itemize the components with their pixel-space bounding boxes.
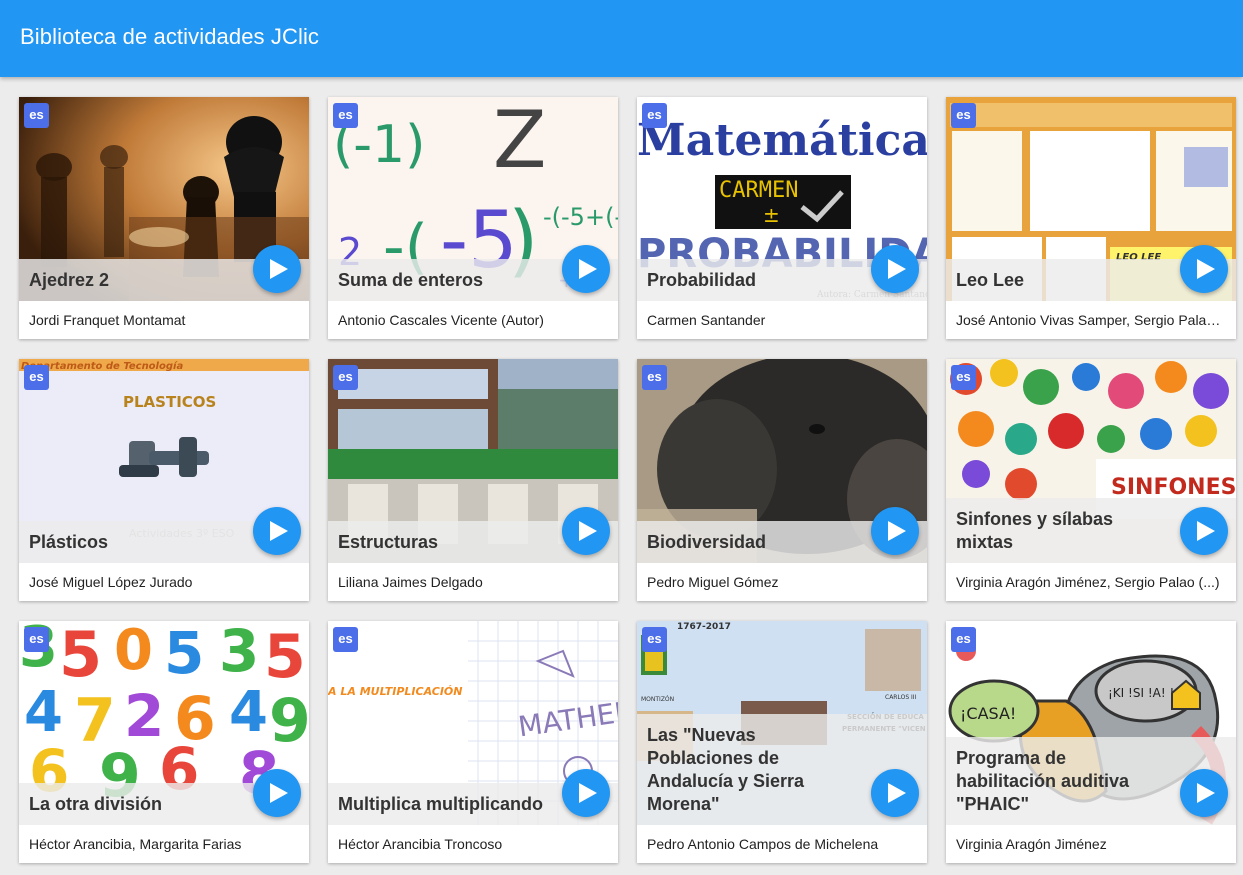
play-button[interactable] (1180, 507, 1228, 555)
language-badge: es (642, 103, 667, 128)
play-icon (269, 783, 288, 803)
svg-text:Z: Z (493, 97, 546, 186)
activity-card[interactable]: es Ajedrez 2 Jordi Franquet Montamat (19, 97, 309, 339)
activity-title: Estructuras (338, 532, 439, 552)
activity-title: Biodiversidad (647, 532, 767, 552)
svg-text:MONTIZÓN: MONTIZÓN (641, 696, 674, 703)
activity-card[interactable]: 1767-2017 MONTIZÓN CARLOS III SECCIÓN DE… (637, 621, 927, 863)
play-button[interactable] (253, 507, 301, 555)
svg-text:5: 5 (264, 622, 306, 692)
app-bar: Biblioteca de actividades JClic (0, 0, 1243, 77)
activity-title: Probabilidad (647, 270, 757, 290)
activity-title: Las "Nuevas Poblaciones de Andalucía y S… (647, 725, 805, 814)
activity-title: Programa de habilitación auditiva "PHAIC… (956, 748, 1130, 814)
play-button[interactable] (253, 245, 301, 293)
play-button[interactable] (562, 507, 610, 555)
play-icon (887, 259, 906, 279)
language-badge: es (24, 627, 49, 652)
svg-text:CARMEN: CARMEN (719, 178, 798, 203)
play-button[interactable] (562, 245, 610, 293)
activity-card[interactable]: (-1) Z 2 -( -5 ) -(-5+(-9 +(- es Suma de… (328, 97, 618, 339)
play-button[interactable] (1180, 769, 1228, 817)
language-badge: es (642, 365, 667, 390)
activity-author: Héctor Arancibia, Margarita Farias (29, 836, 242, 852)
activity-card[interactable]: Matemática CARMEN ± PROBABILIDAD Autora:… (637, 97, 927, 339)
language-badge: es (951, 103, 976, 128)
play-button[interactable] (562, 769, 610, 817)
svg-text:¡CASA!: ¡CASA! (960, 704, 1016, 723)
play-button[interactable] (871, 769, 919, 817)
svg-text:5: 5 (164, 621, 204, 687)
play-button[interactable] (253, 769, 301, 817)
activity-author: Virginia Aragón Jiménez, Sergio Palao (.… (956, 574, 1220, 590)
svg-text:±: ± (763, 203, 780, 227)
activity-title: Sinfones y sílabas mixtas (956, 509, 1114, 552)
activity-author: Pedro Antonio Campos de Michelena (647, 836, 879, 852)
activity-card[interactable]: es Estructuras Liliana Jaimes Delgado (328, 359, 618, 601)
play-icon (578, 783, 597, 803)
activity-author: Jordi Franquet Montamat (29, 312, 186, 328)
svg-text:Matemática: Matemática (637, 115, 927, 166)
language-badge: es (951, 627, 976, 652)
activity-author: Carmen Santander (647, 312, 766, 328)
activity-card[interactable]: es Biodiversidad Pedro Miguel Gómez (637, 359, 927, 601)
activity-card[interactable]: ¡CASA! ¡KI !SI !A! !A! es Programa de ha… (946, 621, 1236, 863)
activity-author: José Miguel López Jurado (29, 574, 193, 590)
activity-author: Liliana Jaimes Delgado (338, 574, 483, 590)
svg-text:0: 0 (114, 621, 153, 683)
play-icon (1196, 259, 1215, 279)
app-title: Biblioteca de actividades JClic (20, 23, 320, 49)
language-badge: es (333, 627, 358, 652)
svg-text:SINFONES: SINFONES (1111, 475, 1236, 500)
activity-title: Suma de enteros (338, 270, 484, 290)
activity-card[interactable]: SINFONES es Sinfones y sílabas mixtas Vi… (946, 359, 1236, 601)
activity-author: José Antonio Vivas Samper, Sergio Palao … (956, 312, 1226, 328)
play-icon (269, 521, 288, 541)
activity-title: La otra división (29, 794, 163, 814)
svg-text:A LA MULTIPLICACIÓN: A LA MULTIPLICACIÓN (328, 685, 463, 698)
svg-text:4: 4 (24, 680, 63, 745)
language-badge: es (24, 365, 49, 390)
language-badge: es (951, 365, 976, 390)
activity-author: Antonio Cascales Vicente (Autor) (338, 312, 544, 328)
activity-author: Virginia Aragón Jiménez (956, 836, 1107, 852)
svg-text:-(-5+(-9: -(-5+(-9 (543, 203, 618, 231)
svg-text:4: 4 (229, 680, 268, 745)
play-button[interactable] (1180, 245, 1228, 293)
play-icon (1196, 783, 1215, 803)
play-icon (578, 521, 597, 541)
language-badge: es (333, 365, 358, 390)
play-icon (578, 259, 597, 279)
activity-title: Ajedrez 2 (29, 270, 110, 290)
activity-card[interactable]: 3 5 0 5 3 5 4 7 2 6 4 9 6 9 6 8 es La ot… (19, 621, 309, 863)
activity-title: Plásticos (29, 532, 109, 552)
svg-text:PLASTICOS: PLASTICOS (123, 393, 216, 411)
svg-text:3: 3 (219, 621, 259, 685)
play-button[interactable] (871, 245, 919, 293)
svg-text:5: 5 (59, 621, 102, 691)
language-badge: es (333, 103, 358, 128)
language-badge: es (642, 627, 667, 652)
play-icon (1196, 521, 1215, 541)
activity-author: Héctor Arancibia Troncoso (338, 836, 503, 852)
play-button[interactable] (871, 507, 919, 555)
svg-text:CARLOS III: CARLOS III (885, 694, 917, 701)
play-icon (887, 521, 906, 541)
activity-card[interactable]: LEO LEE es Leo Lee José Antonio Vivas Sa… (946, 97, 1236, 339)
play-icon (887, 783, 906, 803)
activity-author: Pedro Miguel Gómez (647, 574, 779, 590)
activity-title: Leo Lee (956, 270, 1025, 290)
activity-card[interactable]: A LA MULTIPLICACIÓN MATHEMA es Multiplic… (328, 621, 618, 863)
activity-card[interactable]: Departamento de Tecnología PLASTICOS Act… (19, 359, 309, 601)
language-badge: es (24, 103, 49, 128)
svg-text:1767-2017: 1767-2017 (677, 622, 731, 632)
activity-title: Multiplica multiplicando (338, 794, 544, 814)
play-icon (269, 259, 288, 279)
